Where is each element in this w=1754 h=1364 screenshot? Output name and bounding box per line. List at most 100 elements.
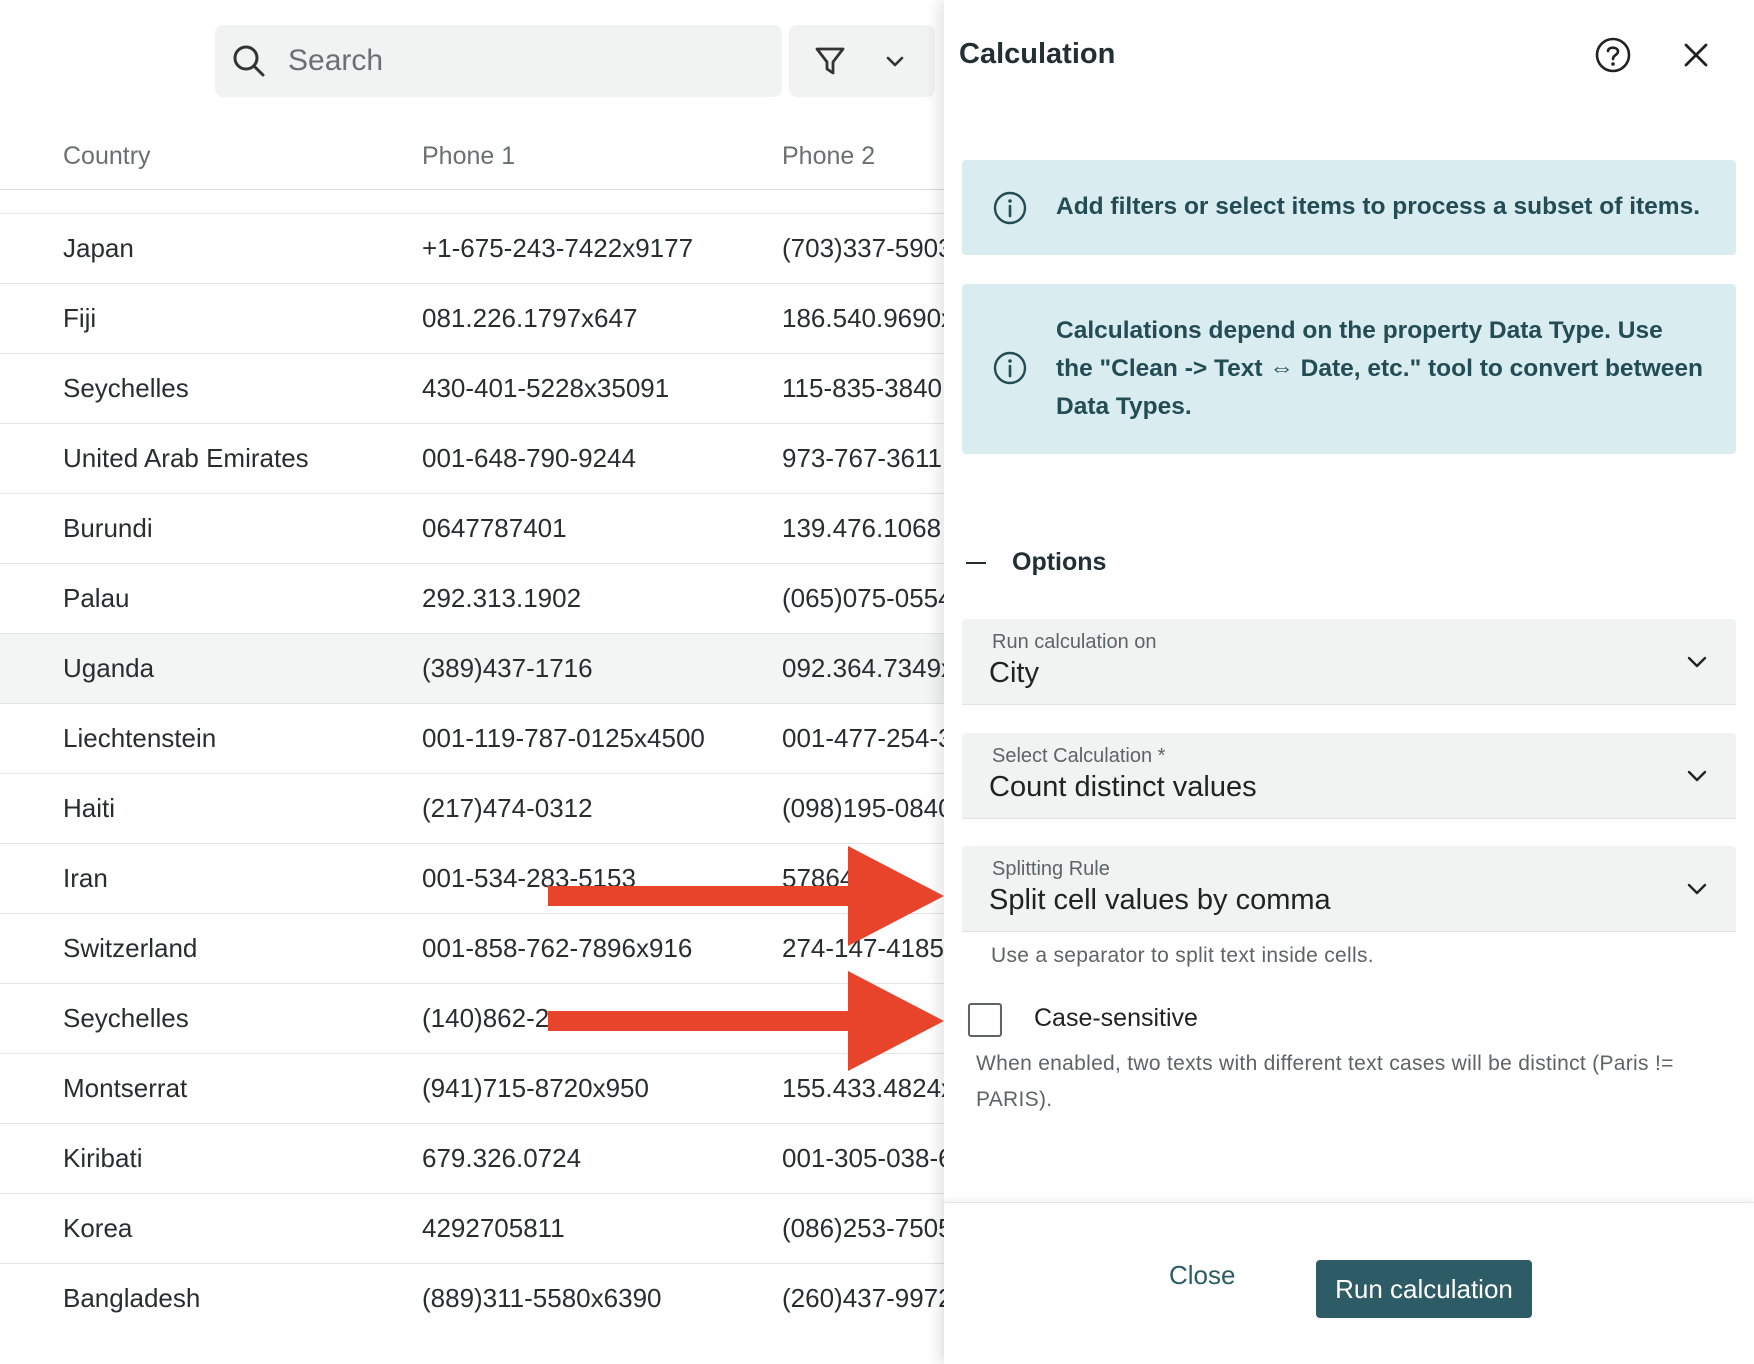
field-value: City xyxy=(989,657,1039,689)
cell-phone-1: (889)311-5580x6390 xyxy=(422,1283,662,1313)
cell-country: Kiribati xyxy=(63,1143,143,1173)
cell-country: Bangladesh xyxy=(63,1283,201,1313)
search-icon xyxy=(233,45,265,77)
cell-country: Haiti xyxy=(63,793,116,823)
table-header: Country Phone 1 Phone 2 xyxy=(0,120,944,190)
annotation-arrow-case-sensitive xyxy=(548,971,944,1071)
cell-country: Iran xyxy=(63,863,108,893)
cell-phone-1: (941)715-8720x950 xyxy=(422,1073,649,1103)
table-row[interactable]: Liechtenstein 001-119-787-0125x4500 001-47… xyxy=(0,703,944,773)
cell-phone-1: 4292705811 xyxy=(422,1213,565,1243)
cell-phone-1: 001-119-787-0125x4500 xyxy=(422,723,705,753)
field-value: Split cell values by comma xyxy=(989,884,1331,916)
field-label: Splitting Rule xyxy=(992,858,1110,880)
info-icon xyxy=(993,351,1027,385)
case-sensitive-label[interactable]: Case-sensitive xyxy=(1034,1004,1198,1033)
cell-country: Seychelles xyxy=(63,1003,189,1033)
help-icon[interactable] xyxy=(1594,36,1632,74)
cell-phone-1: 001-648-790-9244 xyxy=(422,443,636,473)
chevron-down-icon xyxy=(886,56,904,67)
calculation-panel: Calculation Add filters or select items … xyxy=(944,0,1754,1364)
cell-phone-2: 186.540.9690x xyxy=(782,303,944,333)
annotation-arrow-splitting-rule xyxy=(548,846,944,946)
splitting-rule-helper: Use a separator to split text inside cel… xyxy=(991,944,1374,967)
column-header-phone-1[interactable]: Phone 1 xyxy=(422,142,515,171)
table-row[interactable]: Korea 4292705811 (086)253-7505 xyxy=(0,1193,944,1263)
info-icon xyxy=(993,191,1027,225)
cell-country: Korea xyxy=(63,1213,133,1243)
case-sensitive-checkbox[interactable] xyxy=(968,1003,1002,1037)
cell-phone-2: (703)337-5903 xyxy=(782,233,944,263)
table-row[interactable]: Bangladesh (889)311-5580x6390 (260)437-997… xyxy=(0,1263,944,1333)
cell-country: Uganda xyxy=(63,653,155,683)
cell-phone-2: (086)253-7505 xyxy=(782,1213,944,1243)
table-body: Japan +1-675-243-7422x9177 (703)337-5903 Fi… xyxy=(0,213,944,1333)
panel-footer: Close Run calculation xyxy=(944,1202,1754,1364)
table-row[interactable]: Kiribati 679.326.0724 001-305-038-6 xyxy=(0,1123,944,1193)
cell-country: Liechtenstein xyxy=(63,723,217,753)
info-banner-data-type: Calculations depend on the property Data… xyxy=(962,284,1736,454)
cell-phone-2: 115-835-3840 xyxy=(782,373,942,403)
cell-phone-2: 001-305-038-6 xyxy=(782,1143,944,1173)
options-section-toggle[interactable]: Options xyxy=(966,548,1106,577)
close-icon[interactable] xyxy=(1681,40,1711,70)
info-banner-text: Add filters or select items to process a… xyxy=(1056,193,1700,220)
cell-phone-2: (065)075-0554 xyxy=(782,583,944,613)
cell-phone-2: (260)437-9972 xyxy=(782,1283,944,1313)
cell-country: Japan xyxy=(63,233,134,263)
info-banner-subset: Add filters or select items to process a… xyxy=(962,160,1736,255)
run-calculation-on-select[interactable]: Run calculation on City xyxy=(962,619,1736,705)
cell-phone-2: 155.433.4824x xyxy=(782,1073,944,1103)
cell-phone-1: 430-401-5228x35091 xyxy=(422,373,670,403)
cell-phone-2: (098)195-0840 xyxy=(782,793,944,823)
cell-phone-1: 292.313.1902 xyxy=(422,583,582,613)
field-label: Select Calculation * xyxy=(992,745,1166,767)
table-row[interactable]: Palau 292.313.1902 (065)075-0554 xyxy=(0,563,944,633)
cell-phone-1: 679.326.0724 xyxy=(422,1143,582,1173)
cell-phone-1: +1-675-243-7422x9177 xyxy=(422,233,694,263)
cell-country: Switzerland xyxy=(63,933,198,963)
cell-phone-1: (389)437-1716 xyxy=(422,653,593,683)
splitting-rule-select[interactable]: Splitting Rule Split cell values by comm… xyxy=(962,846,1736,932)
table-row[interactable]: Uganda (389)437-1716 092.364.7349x xyxy=(0,633,944,703)
table-row[interactable]: Seychelles 430-401-5228x35091 115-835-3840 xyxy=(0,353,944,423)
table-row[interactable]: Haiti (217)474-0312 (098)195-0840 xyxy=(0,773,944,843)
cell-phone-1: 0647787401 xyxy=(422,513,567,543)
cell-country: Seychelles xyxy=(63,373,189,403)
filter-icon xyxy=(815,47,845,75)
column-header-phone-2[interactable]: Phone 2 xyxy=(782,142,875,171)
chevron-down-icon xyxy=(1687,656,1707,668)
cell-phone-1: 081.226.1797x647 xyxy=(422,303,638,333)
options-label: Options xyxy=(1012,548,1107,576)
cell-phone-2: 092.364.7349x xyxy=(782,653,944,683)
collapse-icon xyxy=(966,561,986,564)
filter-button[interactable] xyxy=(789,25,935,97)
cell-country: Burundi xyxy=(63,513,153,543)
column-header-country[interactable]: Country xyxy=(63,142,151,171)
panel-title: Calculation xyxy=(959,38,1116,70)
search-placeholder: Search xyxy=(288,44,384,77)
search-input[interactable]: Search xyxy=(215,25,782,97)
cell-country: Fiji xyxy=(63,303,97,333)
cell-phone-2: 001-477-254-3 xyxy=(782,723,944,753)
cell-phone-2: 973-767-3611 xyxy=(782,443,942,473)
cell-phone-2: 139.476.1068 xyxy=(782,513,942,543)
chevron-down-icon xyxy=(1687,883,1707,895)
run-calculation-button[interactable]: Run calculation xyxy=(1316,1260,1532,1318)
select-calculation-select[interactable]: Select Calculation * Count distinct valu… xyxy=(962,733,1736,819)
cell-country: United Arab Emirates xyxy=(63,443,309,473)
table-row[interactable]: Japan +1-675-243-7422x9177 (703)337-5903 xyxy=(0,213,944,283)
field-value: Count distinct values xyxy=(989,771,1257,803)
chevron-down-icon xyxy=(1687,770,1707,782)
close-button[interactable]: Close xyxy=(1169,1260,1235,1291)
cell-country: Montserrat xyxy=(63,1073,188,1103)
table-row[interactable]: Fiji 081.226.1797x647 186.540.9690x xyxy=(0,283,944,353)
cell-phone-1: (217)474-0312 xyxy=(422,793,593,823)
case-sensitive-helper: When enabled, two texts with different t… xyxy=(976,1052,1674,1111)
cell-phone-1: (140)862-2 xyxy=(422,1003,550,1033)
field-label: Run calculation on xyxy=(992,631,1157,653)
cell-country: Palau xyxy=(63,583,130,613)
table-row[interactable]: United Arab Emirates 001-648-790-9244 973-… xyxy=(0,423,944,493)
table-row[interactable]: Burundi 0647787401 139.476.1068 xyxy=(0,493,944,563)
info-banner-text: Calculations depend on the property Data… xyxy=(1056,317,1703,420)
